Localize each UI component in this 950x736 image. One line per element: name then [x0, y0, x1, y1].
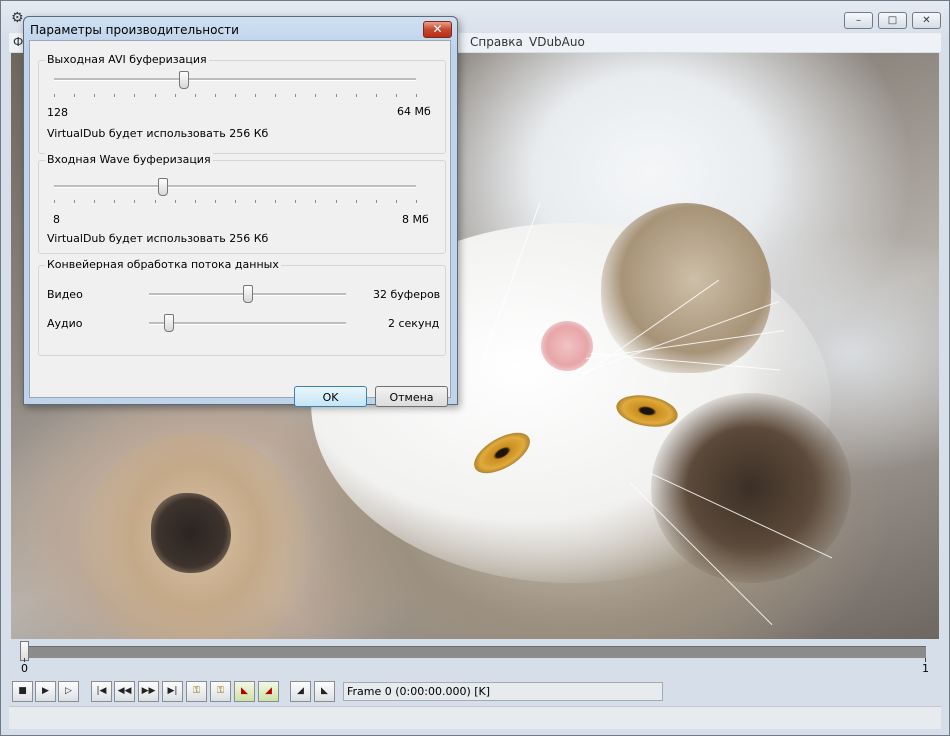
slider-tick — [214, 200, 216, 203]
wave-info: VirtualDub будет использовать 256 Кб — [47, 232, 269, 245]
avi-slider-thumb[interactable] — [179, 71, 190, 89]
timeline-end-label: 1 — [922, 662, 929, 675]
slider-tick — [275, 200, 277, 203]
audio-slider-thumb[interactable] — [163, 314, 174, 332]
wave-slider-track[interactable] — [54, 185, 416, 188]
prev-scene-icon[interactable]: ◣ — [234, 681, 255, 702]
slider-tick — [335, 200, 337, 203]
start-icon[interactable]: |◀ — [91, 681, 112, 702]
slider-tick — [375, 94, 377, 97]
frame-status: Frame 0 (0:00:00.000) [K] — [343, 682, 663, 701]
slider-tick — [194, 200, 196, 203]
menu-item-file[interactable]: Ф — [13, 35, 23, 49]
slider-tick — [134, 94, 136, 97]
wave-max-label: 8 Мб — [402, 213, 429, 226]
avi-buffer-group: Выходная AVI буферизация 128 64 Мб Virtu… — [38, 53, 446, 154]
slider-tick — [114, 94, 116, 97]
slider-tick — [74, 94, 76, 97]
menu-item-vdubauo[interactable]: VDubAuo — [529, 35, 585, 49]
ok-button[interactable]: OK — [294, 386, 367, 407]
audio-slider-track[interactable] — [149, 322, 346, 325]
slider-tick — [355, 200, 357, 203]
wave-buffer-group: Входная Wave буферизация 8 8 Мб VirtualD… — [38, 153, 446, 254]
slider-tick — [174, 94, 176, 97]
video-value: 32 буферов — [373, 288, 441, 301]
slider-tick — [315, 200, 317, 203]
slider-tick — [315, 94, 317, 97]
wave-min-label: 8 — [53, 213, 60, 226]
wave-group-title: Входная Wave буферизация — [45, 153, 213, 166]
slider-tick — [54, 200, 55, 203]
stop-icon[interactable]: ■ — [12, 681, 33, 702]
slider-tick — [275, 94, 277, 97]
prev-icon[interactable]: ◀◀ — [114, 681, 135, 702]
app-gear-icon[interactable]: ⚙ — [11, 10, 24, 26]
next-key-icon[interactable]: ⚿ — [210, 681, 231, 702]
avi-group-title: Выходная AVI буферизация — [45, 53, 209, 66]
slider-tick — [214, 94, 216, 97]
slider-tick — [235, 94, 236, 97]
dialog-client: Выходная AVI буферизация 128 64 Мб Virtu… — [29, 40, 451, 407]
cancel-button[interactable]: Отмена — [375, 386, 448, 407]
dialog-close-button[interactable]: ✕ — [423, 21, 452, 38]
avi-info: VirtualDub будет использовать 256 Кб — [47, 127, 269, 140]
slider-tick — [154, 94, 156, 97]
slider-tick — [134, 200, 136, 203]
slider-tick — [94, 94, 96, 97]
avi-min-label: 128 — [47, 106, 68, 119]
timeline-start-label: 0 — [21, 662, 28, 675]
audio-value: 2 секунд — [388, 317, 440, 330]
slider-tick — [395, 200, 397, 203]
slider-tick — [395, 94, 397, 97]
wave-slider-thumb[interactable] — [157, 178, 168, 196]
slider-tick — [295, 94, 297, 97]
video-label: Видео — [47, 288, 83, 301]
slider-tick — [54, 94, 55, 97]
slider-tick — [174, 200, 176, 203]
slider-tick — [335, 94, 337, 97]
slider-tick — [375, 200, 377, 203]
next-icon[interactable]: ▶▶ — [138, 681, 159, 702]
slider-tick — [194, 94, 196, 97]
slider-tick — [355, 94, 357, 97]
slider-tick — [74, 200, 76, 203]
timeline-track[interactable] — [25, 646, 926, 658]
end-icon[interactable]: ▶| — [162, 681, 183, 702]
avi-slider-track[interactable] — [54, 78, 416, 81]
mark-out-icon[interactable]: ◣ — [314, 681, 335, 702]
slider-tick — [295, 200, 297, 203]
video-slider-thumb[interactable] — [242, 285, 253, 303]
cat-paw-pad — [151, 493, 231, 573]
slider-tick — [154, 200, 156, 203]
minimize-button[interactable]: – — [844, 12, 873, 29]
audio-label: Аудио — [47, 317, 83, 330]
status-bar — [9, 706, 941, 729]
maximize-button[interactable]: □ — [878, 12, 907, 29]
pipeline-group-title: Конвейерная обработка потока данных — [45, 258, 281, 271]
slider-tick — [255, 94, 257, 97]
slider-tick — [416, 94, 417, 97]
play-input-icon[interactable]: ▶ — [35, 681, 56, 702]
play-output-icon[interactable]: ▷ — [58, 681, 79, 702]
avi-max-label: 64 Мб — [397, 105, 431, 118]
performance-dialog: Параметры производительности ✕ Выходная … — [23, 16, 458, 407]
cat-paw-right — [601, 203, 771, 373]
slider-tick — [416, 200, 417, 203]
next-scene-icon[interactable]: ◢ — [258, 681, 279, 702]
prev-key-icon[interactable]: ⚿ — [186, 681, 207, 702]
slider-tick — [94, 200, 96, 203]
pipeline-group: Конвейерная обработка потока данных Виде… — [38, 258, 446, 356]
close-window-button[interactable]: ✕ — [912, 12, 941, 29]
mark-in-icon[interactable]: ◢ — [290, 681, 311, 702]
menu-item-help[interactable]: Справка — [470, 35, 523, 49]
cat-nose — [541, 321, 593, 371]
slider-tick — [235, 200, 236, 203]
slider-tick — [255, 200, 257, 203]
slider-tick — [114, 200, 116, 203]
dialog-title: Параметры производительности — [30, 23, 239, 37]
